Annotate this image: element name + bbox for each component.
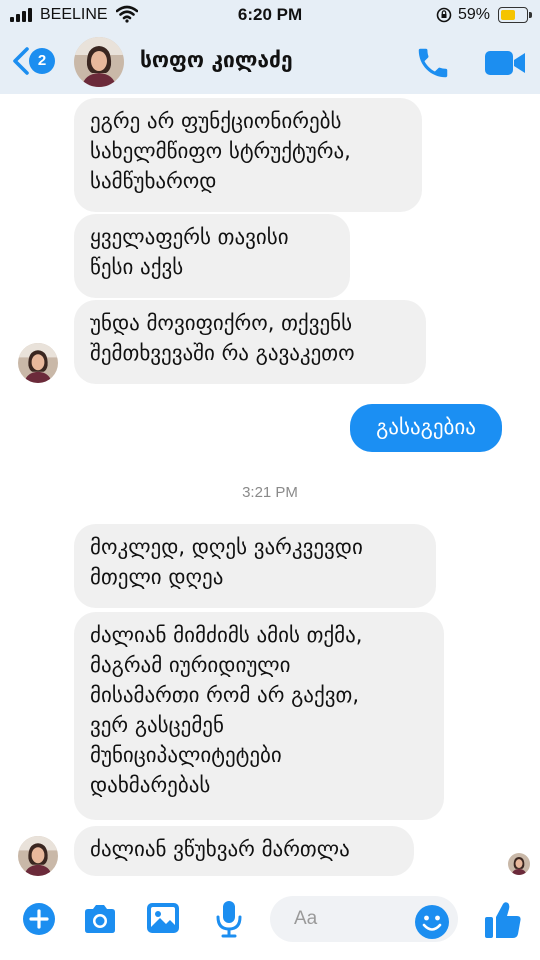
gallery-icon[interactable] xyxy=(146,902,180,934)
thumbs-up-icon[interactable] xyxy=(484,900,522,940)
message-timestamp: 3:21 PM xyxy=(242,484,298,501)
rotation-lock-icon xyxy=(436,7,452,23)
phone-icon[interactable] xyxy=(414,44,452,82)
battery-level xyxy=(501,10,515,20)
battery-percent: 59% xyxy=(458,6,491,23)
contact-name[interactable]: სოფო კილაძე xyxy=(140,48,293,72)
message-composer: Aa xyxy=(0,880,540,960)
message-incoming[interactable]: ეგრე არ ფუნქციონირებს სახელმწიფო სტრუქტუ… xyxy=(74,98,422,212)
battery-icon xyxy=(498,7,528,23)
message-outgoing[interactable]: გასაგებია xyxy=(350,404,502,452)
sender-avatar[interactable] xyxy=(18,343,58,383)
plus-icon[interactable] xyxy=(22,902,56,936)
message-incoming[interactable]: ყველაფერს თავისი წესი აქვს xyxy=(74,214,350,298)
camera-icon[interactable] xyxy=(82,904,118,934)
conversation-header: 2 სოფო კილაძე xyxy=(0,30,540,94)
message-incoming[interactable]: ძალიან მიმძიმს ამის თქმა, მაგრამ იურიდიუ… xyxy=(74,612,444,820)
microphone-icon[interactable] xyxy=(214,900,244,938)
emoji-icon[interactable] xyxy=(414,904,450,940)
unread-badge[interactable]: 2 xyxy=(29,48,55,74)
battery-cap xyxy=(529,12,532,18)
message-incoming[interactable]: მოკლედ, დღეს ვარკვევდი მთელი დღეა xyxy=(74,524,436,608)
message-incoming[interactable]: უნდა მოვიფიქრო, თქვენს შემთხვევაში რა გა… xyxy=(74,300,426,384)
contact-avatar[interactable] xyxy=(74,37,124,87)
sender-avatar[interactable] xyxy=(18,836,58,876)
message-input-placeholder: Aa xyxy=(294,908,318,929)
video-camera-icon[interactable] xyxy=(484,48,526,78)
status-bar: BEELINE 6:20 PM 59% xyxy=(0,0,540,30)
seen-receipt-avatar xyxy=(508,853,530,875)
message-incoming[interactable]: ძალიან ვწუხვარ მართლა xyxy=(74,826,414,876)
